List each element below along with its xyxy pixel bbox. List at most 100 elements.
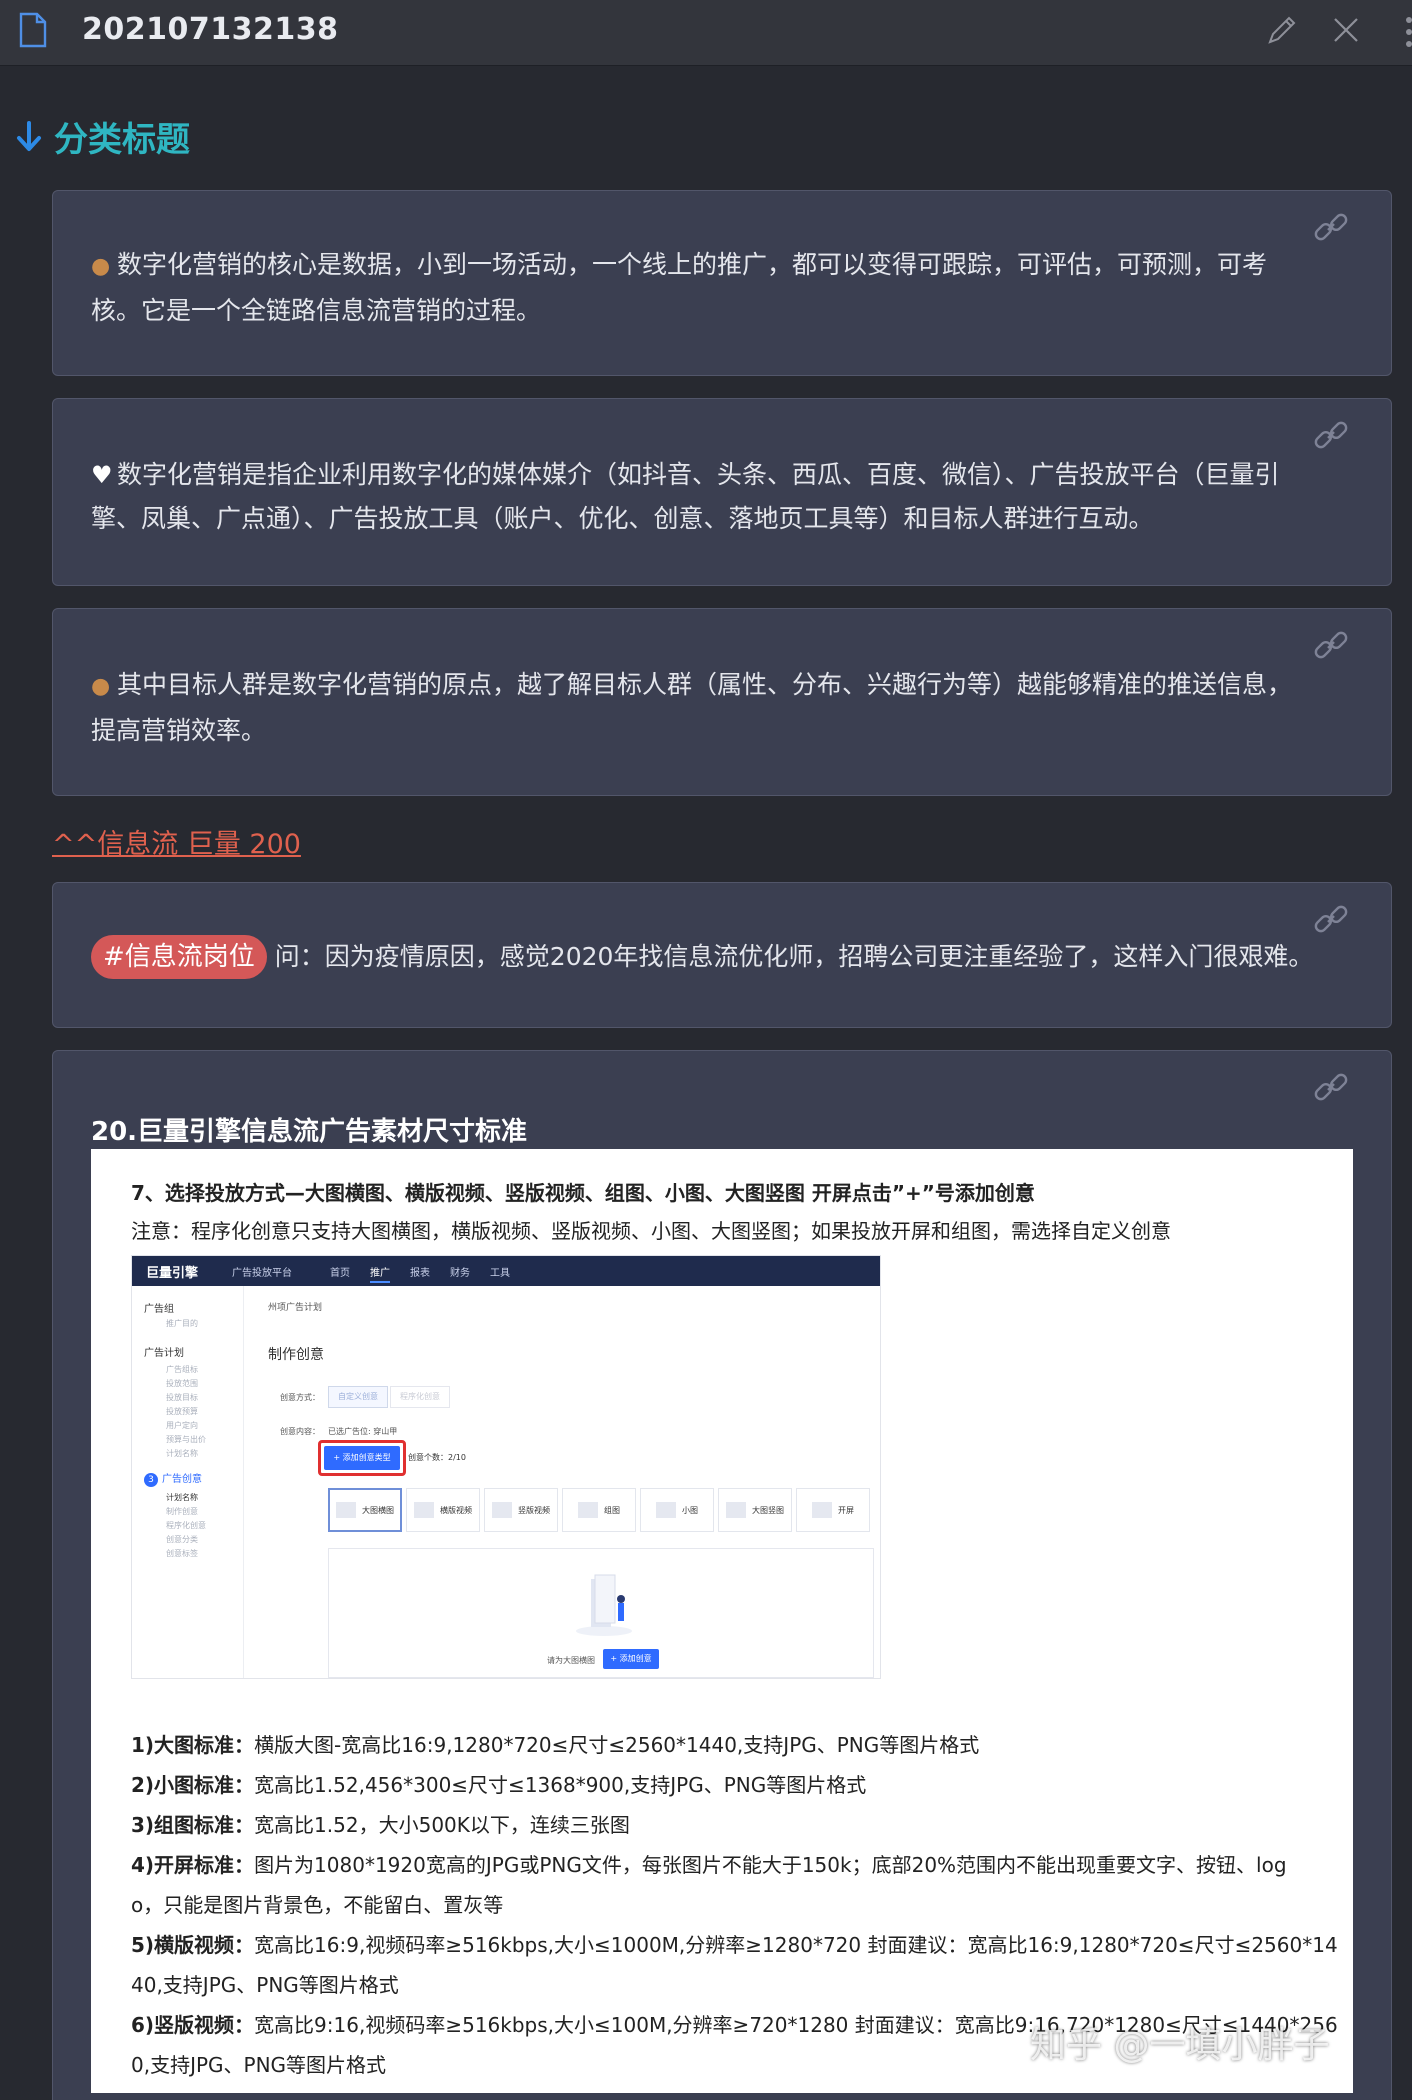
link-icon[interactable] [1311,1067,1351,1107]
spec-line: 3)组图标准：宽高比1.52，大小500K以下，连续三张图 [131,1813,630,1837]
bear-emoji-icon: ● [91,254,111,279]
method-option: 自定义创意 [328,1386,388,1408]
card-line: 数字化营销的核心是数据，小到一场活动，一个线上的推广，都可以变得可跟踪，可评估，… [117,250,1268,279]
card-line: 数字化营销是指企业利用数字化的媒体媒介（如抖音、头条、西瓜、百度、微信）、广告投… [117,460,1280,489]
card-text: ♥ 数字化营销是指企业利用数字化的媒体媒介（如抖音、头条、西瓜、百度、微信）、广告… [91,453,1355,541]
more-icon[interactable] [1400,12,1412,52]
sidebar-subitem: 创意分类 [166,1535,198,1544]
add-creative-button: + 添加创意 [603,1649,659,1669]
step-number-badge: 3 [144,1473,158,1487]
platform-heading: 制作创意 [268,1347,324,1363]
link-icon[interactable] [1311,899,1351,939]
sidebar-subitem: 推广目的 [166,1319,198,1328]
platform-logo: 巨量引擎 [146,1266,199,1281]
sidebar-item: 广告计划 [144,1348,184,1359]
hashtag-badge[interactable]: #信息流岗位 [91,935,267,979]
card-line: 其中目标人群是数字化营销的原点，越了解目标人群（属性、分布、兴趣行为等）越能够精… [117,670,1293,699]
creative-drop-area: 请为大图横图 + 添加创意 [328,1548,874,1678]
sidebar-subitem: 投放范围 [166,1379,198,1388]
creative-type-option: 大图竖图 [718,1488,792,1532]
sidebar-subitem: 计划名称 [166,1493,198,1502]
creative-type-option: 小图 [640,1488,714,1532]
creative-type-row: 大图横图 横版视频 竖版视频 组图 小图 大图竖图 开屏 [328,1488,874,1532]
content-value: 已选广告位: 穿山甲 [328,1427,398,1436]
sidebar-subitem: 程序化创意 [166,1521,206,1530]
method-option: 程序化创意 [390,1386,450,1408]
sidebar-subitem: 创意标签 [166,1549,198,1558]
question-text-row: #信息流岗位 问：因为疫情原因，感觉2020年找信息流优化师，招聘公司更注重经验了… [91,935,1355,979]
arrow-down-icon [17,120,41,151]
image-thumb-icon [336,1502,356,1518]
title-bar: 202107132138 [0,0,1412,66]
document-icon [19,12,47,48]
creative-type-option: 开屏 [796,1488,870,1532]
image-thumb-icon [578,1502,598,1518]
drop-label: 请为大图横图 [547,1656,595,1665]
step-note: 注意：程序化创意只支持大图横图，横版视频、竖版视频、小图、大图竖图；如果投放开屏… [131,1219,1171,1243]
platform-nav-item: 推广 [370,1264,390,1283]
platform-breadcrumb: 州项广告计划 [268,1303,323,1313]
platform-nav-item: 首页 [330,1268,350,1279]
link-icon[interactable] [1311,415,1351,455]
empty-state-illustration [576,1574,632,1636]
video-thumb-icon [414,1502,434,1518]
step-instruction: 7、选择投放方式—大图横图、横版视频、竖版视频、组图、小图、大图竖图 开屏点击”… [131,1181,1035,1205]
creative-type-option: 组图 [562,1488,636,1532]
creative-type-option: 横版视频 [406,1488,480,1532]
card-line: 提高营销效率。 [91,716,267,745]
image-thumb-icon [812,1502,832,1518]
close-icon[interactable] [1330,14,1362,46]
document-title: 202107132138 [82,12,339,47]
sidebar-item: 广告组 [144,1304,174,1315]
card-line: 核。它是一个全链路信息流营销的过程。 [91,296,542,325]
page-link[interactable]: ^^信息流 巨量 200 [52,822,301,861]
spec-line: 1)大图标准：横版大图-宽高比16:9,1280*720≤尺寸≤2560*144… [131,1733,980,1757]
spec-line-continued: 0,支持JPG、PNG等图片格式 [131,2053,387,2077]
content-label: 创意内容： [280,1427,320,1436]
question-card: #信息流岗位 问：因为疫情原因，感觉2020年找信息流优化师，招聘公司更注重经验了… [52,882,1392,1028]
section-title: 分类标题 [54,120,190,160]
monkey-emoji-icon: ● [91,674,111,699]
highlight-box [318,1440,406,1476]
sidebar-subitem: 广告组标 [166,1365,198,1374]
heart-emoji-icon: ♥ [91,461,113,489]
material-card: 20.巨量引擎信息流广告素材尺寸标准 7、选择投放方式—大图横图、横版视频、竖版… [52,1050,1392,2100]
section-heading[interactable]: 分类标题 [14,112,190,161]
link-icon[interactable] [1311,625,1351,665]
creative-type-option: 大图横图 [328,1488,402,1532]
creative-count: 创意个数：2/10 [408,1453,466,1462]
card-text: ● 数字化营销的核心是数据，小到一场活动，一个线上的推广，都可以变得可跟踪，可评估… [91,243,1355,333]
platform-nav-item: 工具 [490,1268,510,1279]
material-heading: 20.巨量引擎信息流广告素材尺寸标准 [91,1117,528,1147]
spec-line: 4)开屏标准：图片为1080*1920宽高的JPG或PNG文件，每张图片不能大于… [131,1853,1287,1877]
platform-sidebar: 广告组 推广目的 广告计划 广告组标 投放范围 投放目标 投放预算 用户定向 预… [132,1286,244,1678]
spec-line: 2)小图标准：宽高比1.52,456*300≤尺寸≤1368*900,支持JPG… [131,1773,867,1797]
method-label: 创意方式： [280,1393,320,1402]
note-card: ♥ 数字化营销是指企业利用数字化的媒体媒介（如抖音、头条、西瓜、百度、微信）、广告… [52,398,1392,586]
sidebar-subitem: 投放目标 [166,1393,198,1402]
spec-line: 5)横版视频：宽高比16:9,视频码率≥516kbps,大小≤1000M,分辨率… [131,1933,1338,1957]
video-thumb-icon [492,1502,512,1518]
embedded-image: 7、选择投放方式—大图横图、横版视频、竖版视频、组图、小图、大图竖图 开屏点击”… [91,1149,1353,2093]
note-card: ● 数字化营销的核心是数据，小到一场活动，一个线上的推广，都可以变得可跟踪，可评估… [52,190,1392,376]
sidebar-subitem: 制作创意 [166,1507,198,1516]
platform-subtitle: 广告投放平台 [232,1268,292,1279]
creative-type-option: 竖版视频 [484,1488,558,1532]
sidebar-subitem: 计划名称 [166,1449,198,1458]
sidebar-item-active: 3 广告创意 [144,1470,202,1487]
platform-screenshot: 巨量引擎 广告投放平台 首页 推广 报表 财务 工具 广告组 推广目的 广告计划… [131,1255,881,1679]
spec-line-continued: 40,支持JPG、PNG等图片格式 [131,1973,399,1997]
link-icon[interactable] [1311,207,1351,247]
watermark: 知乎 @一填小胖子 [1030,2025,1330,2066]
card-text: ● 其中目标人群是数字化营销的原点，越了解目标人群（属性、分布、兴趣行为等）越能够… [91,663,1355,753]
card-line: 擎、凤巢、广点通）、广告投放工具（账户、优化、创意、落地页工具等）和目标人群进行… [91,504,1154,533]
sidebar-subitem: 投放预算 [166,1407,198,1416]
image-thumb-icon [656,1502,676,1518]
pencil-icon[interactable] [1264,12,1300,48]
sidebar-subitem: 预算与出价 [166,1435,206,1444]
sidebar-subitem: 用户定向 [166,1421,198,1430]
note-card: ● 其中目标人群是数字化营销的原点，越了解目标人群（属性、分布、兴趣行为等）越能够… [52,608,1392,796]
platform-header: 巨量引擎 广告投放平台 首页 推广 报表 财务 工具 [132,1256,880,1286]
question-text: 问：因为疫情原因，感觉2020年找信息流优化师，招聘公司更注重经验了，这样入门很… [274,942,1314,971]
platform-nav-item: 财务 [450,1268,470,1279]
